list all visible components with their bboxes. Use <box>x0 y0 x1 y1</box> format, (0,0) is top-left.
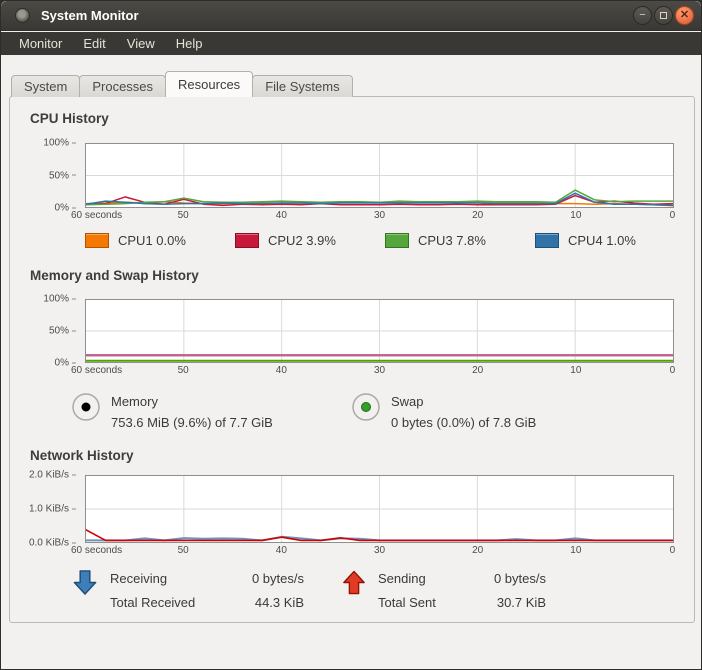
menu-view[interactable]: View <box>119 34 163 53</box>
cpu3-swatch <box>385 233 409 248</box>
tab-resources[interactable]: Resources <box>165 71 254 97</box>
cpu-y-axis: 100% 50% 0% <box>10 138 81 214</box>
cpu-history-chart <box>85 143 674 208</box>
sending-label: Sending <box>378 571 426 586</box>
cpu2-swatch <box>235 233 259 248</box>
total-received-value: 44.3 KiB <box>254 595 304 610</box>
memory-detail: 753.6 MiB (9.6%) of 7.7 GiB <box>111 415 273 430</box>
tab-processes[interactable]: Processes <box>79 75 167 97</box>
menubar: Monitor Edit View Help <box>1 32 701 55</box>
cpu-x-axis: 60 seconds 50 40 30 20 10 0 <box>71 210 676 221</box>
maximize-button[interactable] <box>654 6 673 25</box>
cpu3-label: CPU3 7.8% <box>418 233 486 248</box>
cpu-history-title: CPU History <box>30 111 109 126</box>
sending-legend-item: Sending 0 bytes/s Total Sent 30.7 KiB <box>342 567 546 615</box>
total-received-label: Total Received <box>110 595 196 610</box>
cpu4-label: CPU4 1.0% <box>568 233 636 248</box>
swap-label: Swap <box>391 394 424 409</box>
receiving-arrow-icon <box>73 570 97 595</box>
receiving-label: Receiving <box>110 571 168 586</box>
menu-help[interactable]: Help <box>168 34 211 53</box>
menu-monitor[interactable]: Monitor <box>11 34 70 53</box>
network-x-axis: 60 seconds 50 40 30 20 10 0 <box>71 545 676 556</box>
app-icon <box>15 8 30 23</box>
memory-pie-icon <box>72 393 100 421</box>
swap-detail: 0 bytes (0.0%) of 7.8 GiB <box>391 415 537 430</box>
memory-y-axis: 100% 50% 0% <box>10 294 81 369</box>
menu-edit[interactable]: Edit <box>75 34 113 53</box>
maximize-icon <box>660 12 667 19</box>
network-y-axis: 2.0 KiB/s 1.0 KiB/s 0.0 KiB/s <box>10 470 81 549</box>
cpu4-swatch <box>535 233 559 248</box>
cpu1-legend-item: CPU1 0.0% <box>85 233 186 248</box>
sending-arrow-icon <box>343 570 365 595</box>
memory-history-title: Memory and Swap History <box>30 268 199 283</box>
network-history-title: Network History <box>30 448 134 463</box>
cpu2-legend-item: CPU2 3.9% <box>235 233 336 248</box>
cpu4-legend-item: CPU4 1.0% <box>535 233 636 248</box>
titlebar[interactable]: System Monitor − ✕ <box>1 1 701 31</box>
memory-history-chart <box>85 299 674 363</box>
cpu2-label: CPU2 3.9% <box>268 233 336 248</box>
close-button[interactable]: ✕ <box>675 6 694 25</box>
system-monitor-window: System Monitor − ✕ Monitor Edit View Hel… <box>0 0 702 670</box>
tab-system[interactable]: System <box>11 75 81 97</box>
cpu-legend: CPU1 0.0% CPU2 3.9% CPU3 7.8% CPU4 1.0% <box>85 233 685 251</box>
swap-legend-item: Swap 0 bytes (0.0%) of 7.8 GiB <box>350 391 635 433</box>
tab-bar: System Processes Resources File Systems <box>11 71 353 97</box>
memory-label: Memory <box>111 394 158 409</box>
total-sent-value: 30.7 KiB <box>496 595 546 610</box>
memory-x-axis: 60 seconds 50 40 30 20 10 0 <box>71 365 676 376</box>
cpu3-legend-item: CPU3 7.8% <box>385 233 486 248</box>
swap-pie-icon <box>352 393 380 421</box>
tab-file-systems[interactable]: File Systems <box>252 75 353 97</box>
memory-legend-item: Memory 753.6 MiB (9.6%) of 7.7 GiB <box>70 391 355 433</box>
minimize-button[interactable]: − <box>633 6 652 25</box>
window-content: System Processes Resources File Systems … <box>1 55 701 669</box>
network-history-chart <box>85 475 674 543</box>
resources-page: CPU History 100% 50% 0% 60 seconds 50 40 30 20… <box>9 96 695 623</box>
receiving-legend-item: Receiving 0 bytes/s Total Received 44.3 … <box>72 567 304 615</box>
cpu1-label: CPU1 0.0% <box>118 233 186 248</box>
total-sent-label: Total Sent <box>378 595 436 610</box>
window-title: System Monitor <box>41 8 139 23</box>
sending-rate: 0 bytes/s <box>493 571 546 586</box>
receiving-rate: 0 bytes/s <box>251 571 304 586</box>
cpu1-swatch <box>85 233 109 248</box>
